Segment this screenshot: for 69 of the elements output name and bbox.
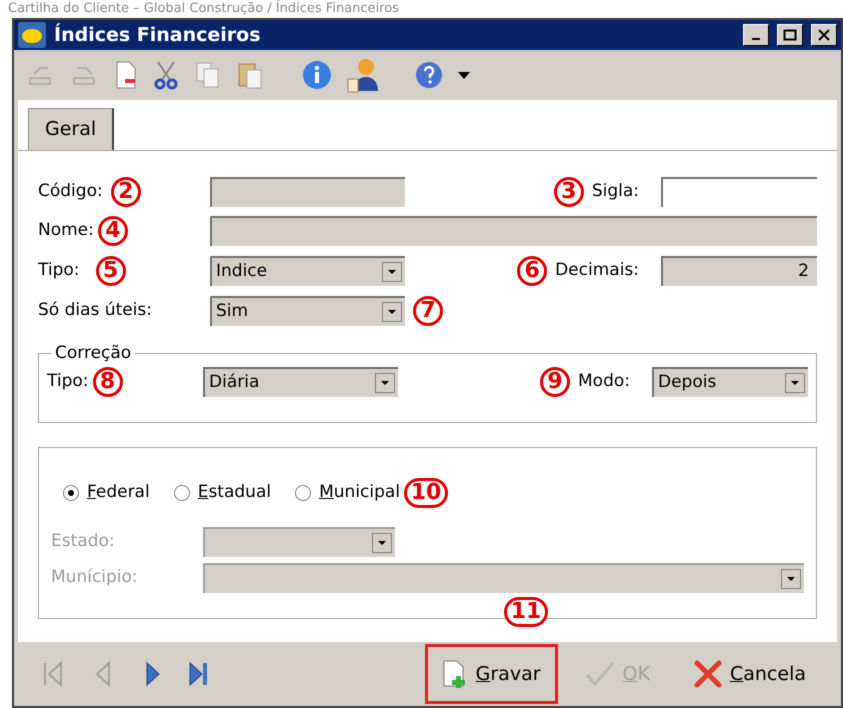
callout-number: 2 <box>110 177 141 207</box>
field-label: Estado: <box>51 531 115 552</box>
caret-icon <box>378 541 386 545</box>
field-label: Sigla: <box>592 180 639 204</box>
dropdown-field[interactable] <box>203 527 395 557</box>
cancel-button[interactable]: Cancela <box>676 644 823 704</box>
caret-icon[interactable] <box>458 72 470 78</box>
dropdown-button[interactable] <box>781 569 801 589</box>
dropdown-field[interactable]: Diária <box>203 366 398 396</box>
dropdown-button[interactable] <box>785 372 805 392</box>
minimize-icon <box>752 38 760 40</box>
radio-label[interactable]: Estadual <box>198 480 272 506</box>
dropdown-field[interactable]: Indice <box>210 256 405 286</box>
radio-button[interactable] <box>174 485 190 501</box>
document-plus-icon <box>442 660 468 688</box>
input-field[interactable] <box>210 177 405 207</box>
callout-number: 10 <box>404 478 448 508</box>
radio-button[interactable] <box>295 485 312 501</box>
callout-number: 7 <box>413 296 443 326</box>
maximize-icon <box>783 29 797 41</box>
dropdown-button[interactable] <box>382 302 402 322</box>
maximize-button[interactable] <box>777 24 803 46</box>
scissors-icon[interactable] <box>152 60 180 90</box>
input-field[interactable]: 2 <box>661 256 817 286</box>
radio-label[interactable]: Federal <box>87 480 150 506</box>
callout-number: 8 <box>92 366 123 396</box>
group-legend: Correção <box>51 341 136 366</box>
minimize-button[interactable] <box>743 24 769 46</box>
save-button[interactable]: Gravar <box>424 644 558 704</box>
info-icon[interactable] <box>302 60 332 90</box>
dropdown-button[interactable] <box>382 262 402 282</box>
caret-icon <box>381 380 389 384</box>
dropdown-button[interactable] <box>375 372 395 392</box>
dropdown-field[interactable]: Sim <box>210 296 405 326</box>
caret-icon <box>388 310 396 314</box>
field-label: Nome: <box>38 219 94 242</box>
callout-number: 6 <box>517 256 548 286</box>
callout-number: 4 <box>98 216 128 246</box>
field-label: Modo: <box>578 370 630 393</box>
user-icon[interactable] <box>346 57 380 93</box>
checkmark-icon <box>584 661 615 687</box>
field-label: Código: <box>38 180 103 204</box>
callout-number: 11 <box>504 597 548 627</box>
caret-icon <box>791 380 799 384</box>
window-title: Índices Financeiros <box>54 22 262 48</box>
radio-button[interactable] <box>63 485 79 501</box>
radio-label[interactable]: Municipal <box>319 480 400 506</box>
field-label: Tipo: <box>38 259 80 282</box>
help-icon[interactable] <box>414 60 444 90</box>
callout-number: 9 <box>540 366 570 396</box>
callout-number: 3 <box>554 177 584 207</box>
dropdown-field[interactable] <box>203 563 804 593</box>
callout-number: 5 <box>96 256 126 286</box>
field-label: Só dias úteis: <box>38 299 152 322</box>
field-label: Decimais: <box>555 259 639 282</box>
dropdown-button[interactable] <box>372 533 392 553</box>
dropdown-field[interactable]: Depois <box>652 366 808 396</box>
page-caption: Cartilha do Cliente – Global Construção / Índices Financeiros <box>8 1 399 17</box>
caret-icon <box>388 270 396 274</box>
app-logo-icon <box>18 22 46 48</box>
caret-icon <box>787 577 795 581</box>
field-label: Munícipio: <box>51 567 138 588</box>
tab[interactable]: Geral <box>28 108 114 150</box>
close-button[interactable] <box>811 24 837 46</box>
field-label: Tipo: <box>47 370 89 393</box>
close-icon <box>817 29 831 41</box>
delete-document-icon[interactable] <box>114 60 138 90</box>
close-icon <box>694 660 722 688</box>
input-field[interactable] <box>210 216 817 246</box>
